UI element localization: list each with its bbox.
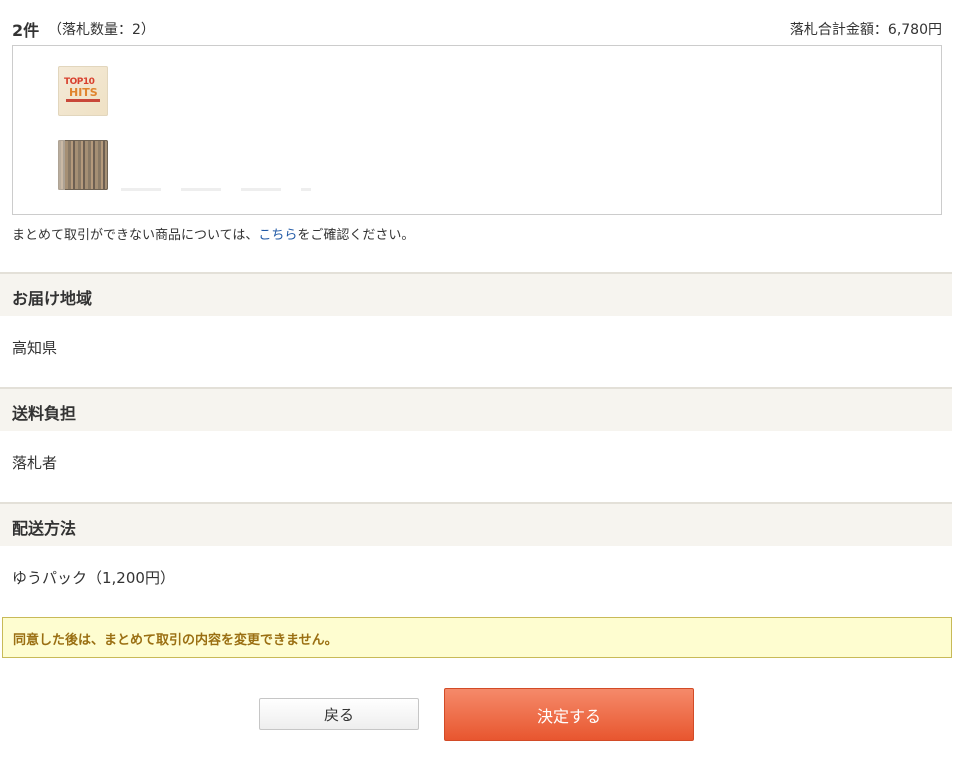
shipping-method-value: ゆうパック（1,200円） xyxy=(12,569,175,587)
thumbnail-logo-text-main: HITS xyxy=(69,86,98,99)
warning-banner: 同意した後は、まとめて取引の内容を変更できません。 xyxy=(2,617,952,658)
section-header-region: お届け地域 xyxy=(0,272,952,316)
warning-text: 同意した後は、まとめて取引の内容を変更できません。 xyxy=(13,633,338,648)
section-title-shipping-cost: 送料負担 xyxy=(12,404,77,423)
winning-total-amount: 落札合計金額：6,780円 xyxy=(789,22,942,38)
region-value: 高知県 xyxy=(12,339,58,357)
item-thumbnail-2[interactable] xyxy=(58,140,108,190)
thumbnail-band xyxy=(66,99,100,102)
item-thumbnail-1[interactable]: TOP10 HITS xyxy=(58,66,108,116)
section-title-region: お届け地域 xyxy=(12,289,93,308)
bundle-note: まとめて取引ができない商品については、こちらをご確認ください。 xyxy=(12,224,414,243)
section-header-shipping-cost: 送料負担 xyxy=(0,387,952,431)
section-title-shipping-method: 配送方法 xyxy=(12,519,77,538)
back-button[interactable]: 戻る xyxy=(259,698,419,730)
item-list: TOP10 HITS xyxy=(12,45,942,215)
submit-button[interactable]: 決定する xyxy=(444,688,694,741)
shipping-cost-value: 落札者 xyxy=(12,454,58,472)
winning-quantity: （落札数量：2） xyxy=(48,22,155,38)
section-header-shipping-method: 配送方法 xyxy=(0,502,952,546)
item-count: 2件 xyxy=(12,21,40,40)
bundle-note-text-after: をご確認ください。 xyxy=(297,228,415,243)
order-summary: 2件 （落札数量：2） 落札合計金額：6,780円 xyxy=(12,17,942,40)
thumbnail-edge xyxy=(58,140,65,190)
bundle-note-text-before: まとめて取引ができない商品については、 xyxy=(12,228,259,243)
bundle-note-link[interactable]: こちら xyxy=(258,228,297,243)
divider xyxy=(121,188,311,191)
